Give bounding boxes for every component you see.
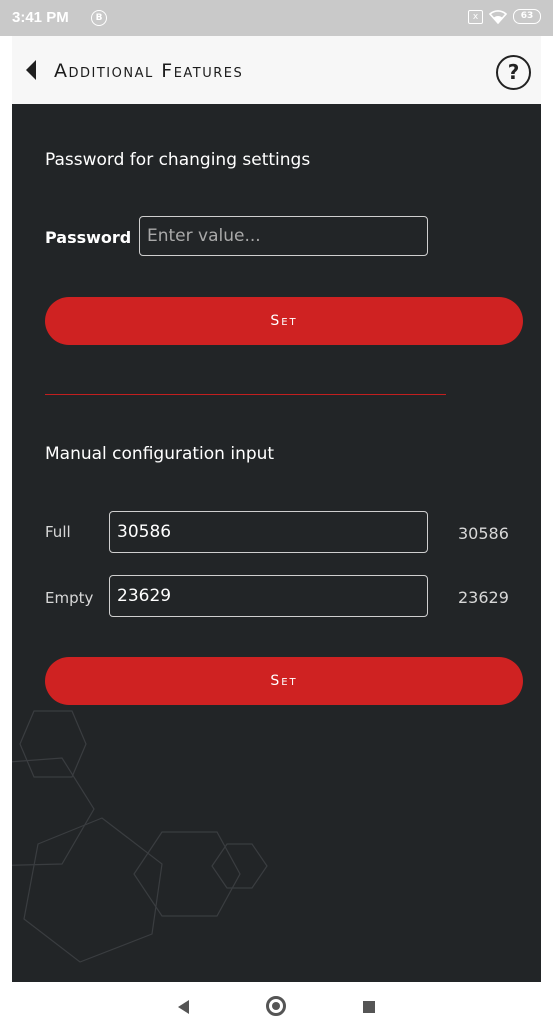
app-header: Additional Features ? [12, 36, 541, 104]
notification-badge-icon: B [91, 10, 107, 26]
password-label: Password [45, 228, 132, 247]
empty-label: Empty [45, 589, 94, 607]
main-content: Password for changing settings Password … [12, 104, 541, 982]
password-input[interactable]: Enter value... [139, 216, 428, 256]
full-label: Full [45, 523, 71, 541]
status-time: 3:41 PM [12, 9, 69, 26]
page-title: Additional Features [54, 60, 244, 82]
full-value-input[interactable]: 30586 [109, 511, 428, 553]
set-manual-config-button[interactable]: Set [45, 657, 523, 705]
password-section-title: Password for changing settings [45, 150, 311, 170]
section-divider [45, 394, 446, 395]
status-bar: 3:41 PM B x 63 [0, 0, 553, 36]
sim-icon: x [468, 9, 483, 24]
nav-back-icon[interactable] [178, 1000, 189, 1014]
empty-readout: 23629 [458, 588, 509, 607]
nav-home-icon[interactable] [266, 996, 286, 1016]
wifi-icon [489, 9, 507, 24]
full-readout: 30586 [458, 524, 509, 543]
manual-config-section-title: Manual configuration input [45, 444, 275, 464]
system-nav-bar [0, 982, 553, 1034]
battery-icon: 63 [513, 9, 541, 24]
empty-value-input[interactable]: 23629 [109, 575, 428, 617]
help-button[interactable]: ? [496, 55, 531, 90]
set-password-button[interactable]: Set [45, 297, 523, 345]
back-arrow-icon[interactable] [26, 60, 36, 80]
status-icons: x 63 [468, 9, 541, 24]
nav-recent-apps-icon[interactable] [363, 1001, 375, 1013]
